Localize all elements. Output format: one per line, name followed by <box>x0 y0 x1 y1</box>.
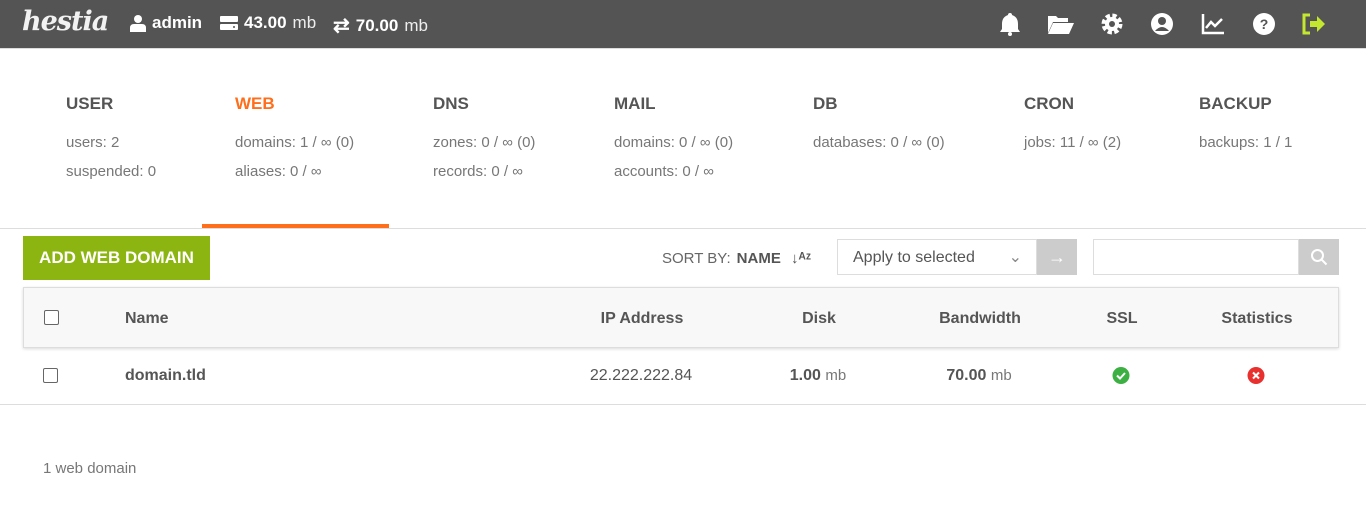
table-header: Name IP Address Disk Bandwidth SSL Stati… <box>23 287 1339 348</box>
ssl-enabled-icon <box>1113 367 1130 389</box>
exchange-icon: ⇄ <box>333 13 350 38</box>
col-disk[interactable]: Disk <box>802 310 836 328</box>
statistics-disabled-icon <box>1248 367 1265 389</box>
user-menu[interactable]: admin <box>130 13 202 33</box>
search-button[interactable] <box>1299 239 1339 275</box>
arrow-right-icon: → <box>1048 247 1066 267</box>
user-circle-icon[interactable] <box>1149 11 1175 37</box>
search-icon <box>1310 248 1328 266</box>
gear-icon[interactable] <box>1099 11 1125 37</box>
active-tab-indicator <box>202 224 389 228</box>
user-icon <box>130 14 146 32</box>
bulk-action-select[interactable]: Apply to selected⌄ <box>837 239 1037 275</box>
stats-mail[interactable]: MAILdomains: 0 / ∞ (0)accounts: 0 / ∞ <box>614 94 733 192</box>
bandwidth-usage: ⇄ 70.00mb <box>333 13 428 38</box>
logout-icon[interactable] <box>1301 11 1327 37</box>
stats-user[interactable]: USERusers: 2suspended: 0 <box>66 94 156 192</box>
col-ip[interactable]: IP Address <box>601 310 684 328</box>
folder-icon[interactable] <box>1046 11 1076 37</box>
svg-text:?: ? <box>1260 16 1269 32</box>
sort-by[interactable]: SORT BY:NAME ↓ᴬᶻ <box>662 250 811 267</box>
table-row: domain.tld 22.222.222.84 1.00 mb 70.00 m… <box>0 348 1366 405</box>
bell-icon[interactable] <box>997 11 1023 37</box>
stats-db[interactable]: DBdatabases: 0 / ∞ (0) <box>813 94 945 163</box>
footer-count: 1 web domain <box>43 460 136 477</box>
col-name[interactable]: Name <box>125 310 169 328</box>
hard-drive-icon <box>220 16 238 30</box>
username: admin <box>152 13 202 33</box>
add-web-domain-button[interactable]: ADD WEB DOMAIN <box>23 236 210 280</box>
bandwidth-cell: 70.00 mb <box>946 367 1011 385</box>
disk-usage: 43.00mb <box>220 13 316 33</box>
col-statistics[interactable]: Statistics <box>1221 310 1292 328</box>
domain-name[interactable]: domain.tld <box>125 367 206 385</box>
logo[interactable]: hestia <box>22 6 108 37</box>
row-checkbox[interactable] <box>43 368 58 383</box>
col-ssl[interactable]: SSL <box>1106 310 1137 328</box>
stats-web[interactable]: WEBdomains: 1 / ∞ (0)aliases: 0 / ∞ <box>235 94 354 192</box>
top-bar: hestia admin 43.00mb ⇄ 70.00mb ? <box>0 0 1366 49</box>
select-all-checkbox[interactable] <box>44 310 59 325</box>
ip-address: 22.222.222.84 <box>590 367 692 385</box>
disk-usage-cell: 1.00 mb <box>790 367 846 385</box>
chevron-down-icon: ⌄ <box>1009 247 1022 267</box>
stats-dns[interactable]: DNSzones: 0 / ∞ (0)records: 0 / ∞ <box>433 94 535 192</box>
col-bandwidth[interactable]: Bandwidth <box>939 310 1021 328</box>
stats-cron[interactable]: CRONjobs: 11 / ∞ (2) <box>1024 94 1121 163</box>
help-icon[interactable]: ? <box>1251 11 1277 37</box>
stats-backup[interactable]: BACKUPbackups: 1 / 1 <box>1199 94 1292 163</box>
chart-icon[interactable] <box>1200 11 1226 37</box>
search-input[interactable] <box>1093 239 1299 275</box>
apply-button[interactable]: → <box>1037 239 1077 275</box>
stats-panel: USERusers: 2suspended: 0 WEBdomains: 1 /… <box>0 48 1366 229</box>
sort-az-icon: ↓ᴬᶻ <box>787 250 811 267</box>
